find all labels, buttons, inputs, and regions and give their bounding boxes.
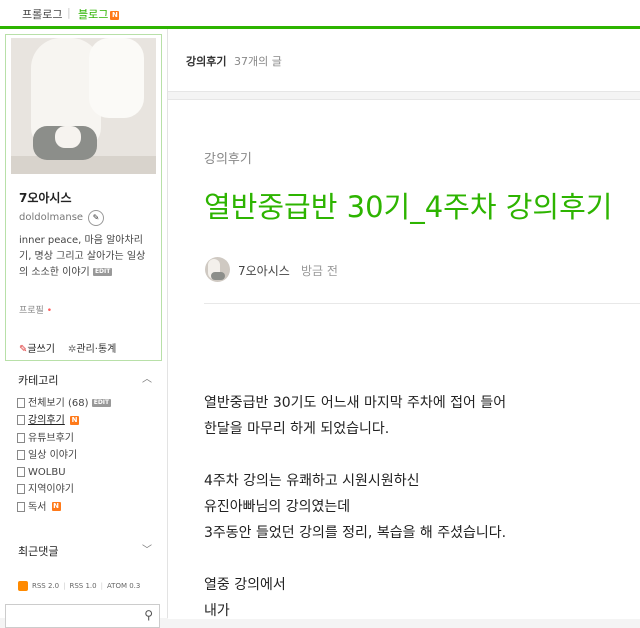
rss-2-link[interactable]: RSS 2.0 <box>32 582 59 590</box>
profile-box: 7오아시스 doldolmanse ✎ inner peace, 마음 알아차리… <box>5 34 162 361</box>
tab-blog[interactable]: 블로그 N <box>78 6 120 22</box>
category-label: 일상 이야기 <box>28 449 78 461</box>
category-label: 지역이야기 <box>28 484 74 496</box>
recent-comments-header[interactable]: 최근댓글 <box>18 543 58 559</box>
post-count: 37개의 글 <box>234 55 282 68</box>
search-input[interactable]: ⚲ <box>5 604 160 628</box>
category-label: WOLBU <box>28 467 66 479</box>
category-label: 유튜브후기 <box>28 432 74 444</box>
body-line: 열중 강의에서 <box>204 577 286 593</box>
tab-blog-label: 블로그 <box>78 8 109 21</box>
body-line: 유진아빠님의 강의였는데 <box>204 499 351 515</box>
profile-link[interactable]: 프로필 • <box>19 303 52 316</box>
post-category[interactable]: 강의후기 <box>204 148 252 167</box>
body-line: 3주동안 들었던 강의를 정리, 복습을 해 주셨습니다. <box>204 525 507 541</box>
body-line <box>204 546 506 572</box>
write-label: 글쓰기 <box>27 344 55 355</box>
atom-link[interactable]: ATOM 0.3 <box>107 582 140 590</box>
top-nav: 프롤로그 | 블로그 N <box>0 0 640 29</box>
avatar[interactable] <box>205 257 230 282</box>
write-button[interactable]: ✎글쓰기 <box>19 340 55 355</box>
post-time: 방금 전 <box>301 264 338 278</box>
sidebar: 7오아시스 doldolmanse ✎ inner peace, 마음 알아차리… <box>0 29 168 628</box>
document-icon <box>17 449 25 460</box>
new-badge: N <box>70 415 79 425</box>
nav-divider: | <box>67 6 71 19</box>
rss-icon <box>18 581 28 591</box>
chevron-up-icon[interactable]: ︿ <box>142 370 152 385</box>
tab-prolog[interactable]: 프롤로그 <box>22 6 62 22</box>
body-line: 4주차 강의는 유쾌하고 시원시원하신 <box>204 473 420 489</box>
search-icon[interactable]: ⚲ <box>144 608 153 622</box>
category-item-reading[interactable]: 독서 N <box>17 499 111 516</box>
rss-divider: | <box>63 582 66 590</box>
category-item-youtube-review[interactable]: 유튜브후기 <box>17 430 111 447</box>
blog-id: doldolmanse <box>19 212 84 223</box>
profile-photo[interactable] <box>11 38 156 174</box>
document-icon <box>17 415 25 426</box>
category-item-wolbu[interactable]: WOLBU <box>17 464 111 481</box>
chevron-down-icon[interactable]: ﹀ <box>142 541 152 556</box>
category-count: (68) <box>68 398 89 409</box>
category-item-lecture-review[interactable]: 강의후기 N <box>17 412 111 429</box>
bio-text: inner peace, 마음 알아차리기, 명상 그리고 살아가는 일상의 소… <box>19 235 146 278</box>
post: 강의후기 열반중급반 30기_4주차 강의후기 7오아시스 방금 전 열반중급반… <box>168 99 640 619</box>
body-line <box>204 442 506 468</box>
new-badge: N <box>110 10 120 20</box>
category-label: 강의후기 <box>28 415 65 427</box>
divider <box>204 303 640 304</box>
document-icon <box>17 484 25 495</box>
blog-bio: inner peace, 마음 알아차리기, 명상 그리고 살아가는 일상의 소… <box>19 233 151 281</box>
category-header[interactable]: 카테고리 <box>18 372 58 388</box>
category-edit-badge[interactable]: EDIT <box>91 399 112 407</box>
category-list: 전체보기 (68) EDIT 강의후기 N 유튜브후기 일상 이야기 WOLBU… <box>17 395 112 516</box>
document-icon <box>17 432 25 443</box>
category-label: 독서 <box>28 501 47 513</box>
body-line: 내가 <box>204 603 230 619</box>
current-category[interactable]: 강의후기 <box>186 53 226 69</box>
blog-name[interactable]: 7오아시스 <box>19 189 72 206</box>
profile-link-label: 프로필 <box>19 306 44 316</box>
post-title[interactable]: 열반중급반 30기_4주차 강의후기 <box>204 184 612 226</box>
post-body: 열반중급반 30기도 어느새 마지막 주차에 접어 들어 한달을 마무리 하게 … <box>204 390 506 624</box>
rss-1-link[interactable]: RSS 1.0 <box>69 582 96 590</box>
rss-divider: | <box>100 582 103 590</box>
document-icon <box>17 501 25 512</box>
manage-button[interactable]: ✲관리·통계 <box>68 340 116 355</box>
document-icon <box>17 467 25 478</box>
category-item-all[interactable]: 전체보기 (68) EDIT <box>17 395 112 412</box>
author-name[interactable]: 7오아시스 <box>238 262 290 279</box>
new-badge: N <box>51 502 61 512</box>
body-line: 한달을 마무리 하게 되었습니다. <box>204 421 390 437</box>
body-line: 열반중급반 30기도 어느새 마지막 주차에 접어 들어 <box>204 395 507 411</box>
category-item-daily[interactable]: 일상 이야기 <box>17 447 111 464</box>
category-label: 전체보기 <box>28 398 65 409</box>
manage-label: 관리·통계 <box>76 344 117 355</box>
rss-links: RSS 2.0 | RSS 1.0 | ATOM 0.3 <box>18 581 140 591</box>
bio-edit-badge[interactable]: EDIT <box>92 268 113 276</box>
document-icon <box>17 398 25 408</box>
profile-dot: • <box>46 306 53 316</box>
pencil-icon[interactable]: ✎ <box>88 210 104 226</box>
category-item-local[interactable]: 지역이야기 <box>17 481 111 498</box>
category-header-bar: 강의후기 37개의 글 <box>168 29 640 92</box>
